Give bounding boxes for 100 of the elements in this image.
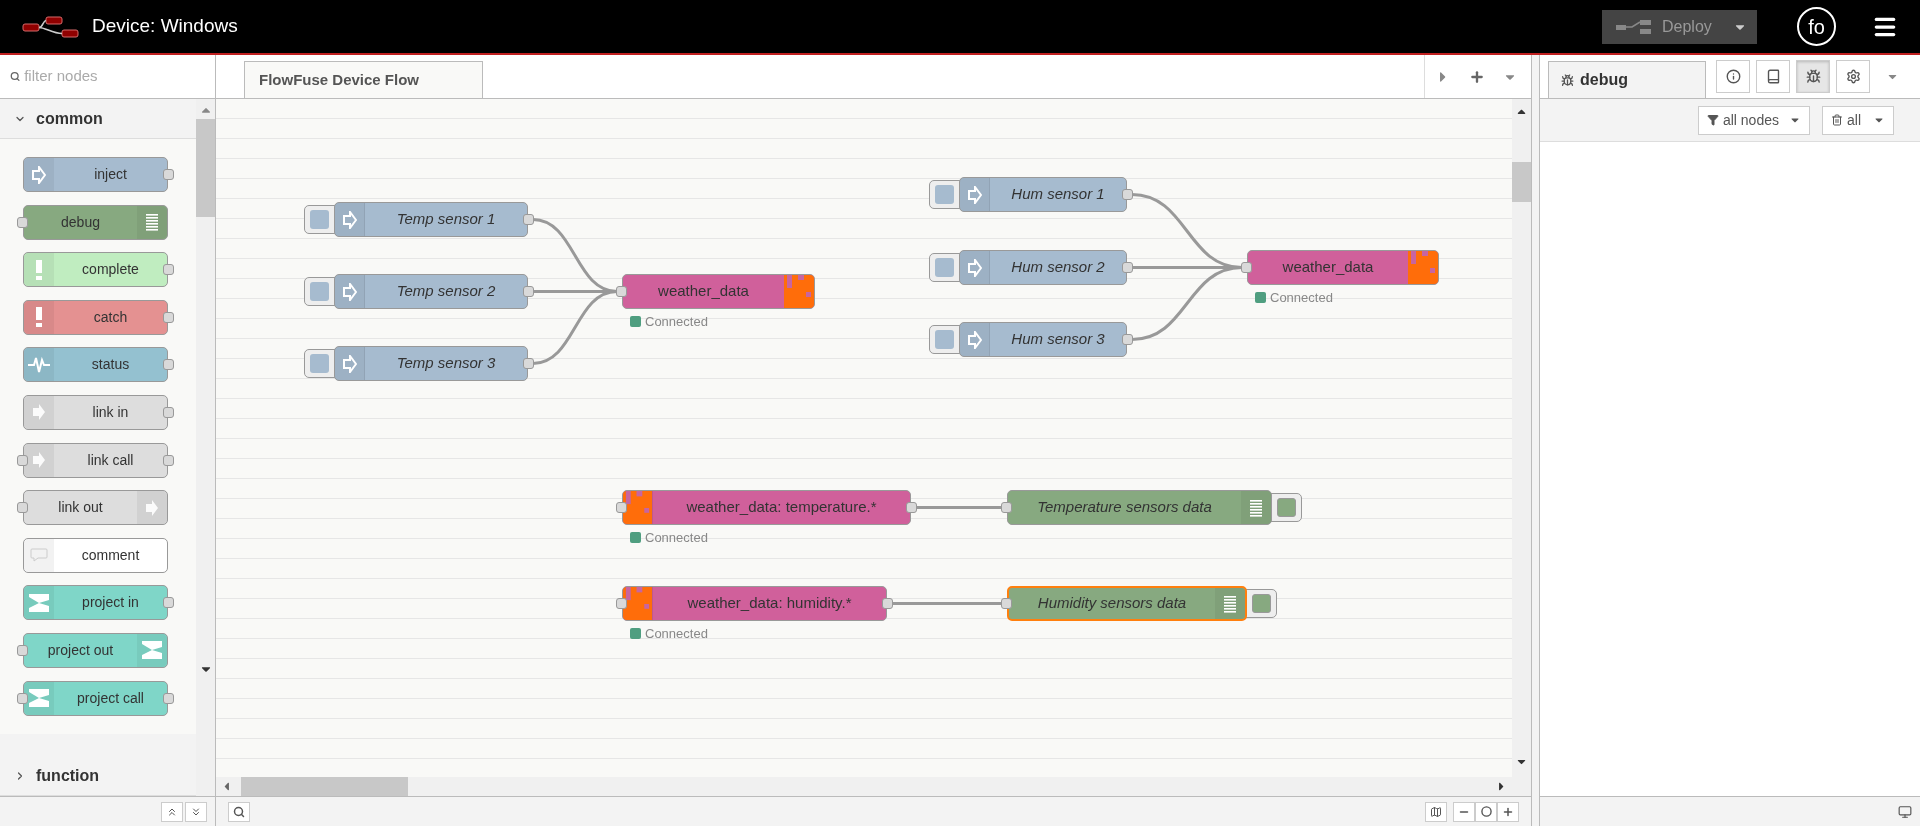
flow-node[interactable]: Humidity sensors data	[1007, 586, 1247, 621]
arrow-icon	[967, 185, 982, 204]
window-title: Device: Windows	[92, 14, 238, 39]
link-arrow-icon	[145, 498, 159, 517]
sidebar-button[interactable]	[1756, 60, 1790, 93]
scrollbar-thumb[interactable]	[196, 119, 215, 217]
node-label: project call	[76, 688, 145, 708]
flow-node[interactable]: Hum sensor 1	[959, 177, 1127, 212]
zoom-out-button[interactable]	[1453, 801, 1475, 822]
expand-all-button[interactable]	[185, 801, 207, 822]
palette-node[interactable]: complete	[23, 252, 168, 288]
palette-node[interactable]: status	[23, 347, 168, 383]
scrollbar-thumb[interactable]	[1512, 162, 1531, 202]
flow-node[interactable]: Temp sensor 1	[334, 202, 528, 237]
node-label: link in	[91, 402, 130, 422]
monitor-icon[interactable]	[1898, 804, 1912, 819]
flow-node[interactable]: weather_data: temperature.*	[622, 490, 911, 525]
sidebar-button[interactable]	[1836, 60, 1870, 93]
output-port[interactable]	[163, 359, 174, 371]
output-port[interactable]	[163, 406, 174, 418]
flow-node[interactable]: Hum sensor 2	[959, 250, 1127, 285]
output-port[interactable]	[163, 597, 174, 609]
palette-node[interactable]: link call	[23, 442, 168, 478]
button-square	[1252, 594, 1271, 613]
plus-icon	[1502, 805, 1514, 818]
node-label: debug	[60, 212, 101, 232]
search-button[interactable]	[228, 801, 250, 822]
output-port[interactable]	[163, 169, 174, 180]
node-label: project in	[81, 593, 140, 613]
output-port[interactable]	[906, 502, 917, 513]
broker-icon	[623, 491, 652, 524]
input-port[interactable]	[1001, 502, 1012, 513]
filter-dropdown[interactable]: all nodes	[1697, 105, 1810, 135]
output-port[interactable]	[523, 286, 534, 297]
flow-node[interactable]: Temp sensor 2	[334, 274, 528, 309]
flow-node[interactable]: Temperature sensors data	[1007, 490, 1272, 525]
flow-node[interactable]: weather_data: humidity.*	[622, 586, 887, 621]
palette-node[interactable]: project in	[23, 585, 168, 621]
palette-node[interactable]: comment	[23, 537, 168, 573]
output-port[interactable]	[1122, 262, 1133, 273]
input-port[interactable]	[17, 454, 28, 466]
project-link-icon	[29, 689, 49, 708]
sidebar-button[interactable]	[1796, 60, 1830, 93]
input-port[interactable]	[1241, 262, 1252, 273]
input-port[interactable]	[17, 216, 28, 228]
arrow-icon	[342, 282, 357, 301]
palette-node[interactable]: debug	[23, 204, 168, 240]
input-port[interactable]	[17, 692, 28, 704]
filter-input[interactable]: filter nodes	[24, 65, 205, 88]
palette-node[interactable]: link out	[23, 490, 168, 526]
output-port[interactable]	[523, 214, 534, 225]
output-port[interactable]	[1122, 334, 1133, 345]
clear-dropdown[interactable]: all	[1822, 105, 1894, 135]
flow-node[interactable]: weather_data	[622, 274, 815, 309]
zoom-reset-button[interactable]	[1475, 801, 1497, 822]
input-port[interactable]	[17, 502, 28, 514]
search-icon	[10, 71, 21, 82]
input-port[interactable]	[616, 286, 627, 297]
input-port[interactable]	[17, 644, 28, 656]
add-icon[interactable]	[1469, 68, 1485, 85]
list-icon	[1224, 594, 1236, 613]
output-port[interactable]	[163, 454, 174, 466]
input-port[interactable]	[616, 598, 627, 609]
output-port[interactable]	[163, 264, 174, 276]
palette-node[interactable]: project out	[23, 632, 168, 668]
palette-node[interactable]: catch	[23, 299, 168, 335]
project-link-icon	[29, 593, 49, 612]
collapse-all-button[interactable]	[161, 801, 183, 822]
output-port[interactable]	[1122, 189, 1133, 200]
flow-node[interactable]: Hum sensor 3	[959, 322, 1127, 357]
status-text: Connected	[1270, 289, 1333, 307]
flow-node[interactable]: Temp sensor 3	[334, 346, 528, 381]
palette-node[interactable]: project call	[23, 680, 168, 716]
output-port[interactable]	[882, 598, 893, 609]
input-port[interactable]	[1001, 598, 1012, 609]
output-port[interactable]	[163, 692, 174, 704]
node-label: Temp sensor 1	[395, 209, 497, 230]
sidebar-button[interactable]	[1716, 60, 1750, 93]
output-port[interactable]	[523, 358, 534, 369]
node-label: link call	[86, 450, 135, 470]
flow-node[interactable]: weather_data	[1247, 250, 1439, 285]
info-icon	[1725, 69, 1741, 84]
broker-icon	[1408, 251, 1438, 284]
workspace-tab[interactable]: FlowFuse Device Flow	[244, 61, 483, 98]
zoom-in-button[interactable]	[1497, 801, 1519, 822]
scrollbar-thumb[interactable]	[241, 777, 408, 796]
sidebar-tab[interactable]: debug	[1548, 61, 1706, 98]
input-port[interactable]	[616, 502, 627, 513]
user-avatar[interactable]: fo	[1797, 7, 1836, 46]
node-label: project out	[46, 640, 115, 660]
palette-node[interactable]: link in	[23, 394, 168, 430]
bug-icon	[1805, 69, 1821, 84]
button-square	[1277, 498, 1296, 517]
filter-field[interactable]: filter nodes	[0, 55, 215, 99]
node-label: link out	[57, 498, 104, 518]
palette-node[interactable]: inject	[23, 157, 168, 192]
output-port[interactable]	[163, 311, 174, 323]
node-label: Hum sensor 1	[1010, 184, 1106, 205]
deploy-button[interactable]: Deploy	[1602, 9, 1757, 44]
navigator-button[interactable]	[1425, 801, 1447, 822]
